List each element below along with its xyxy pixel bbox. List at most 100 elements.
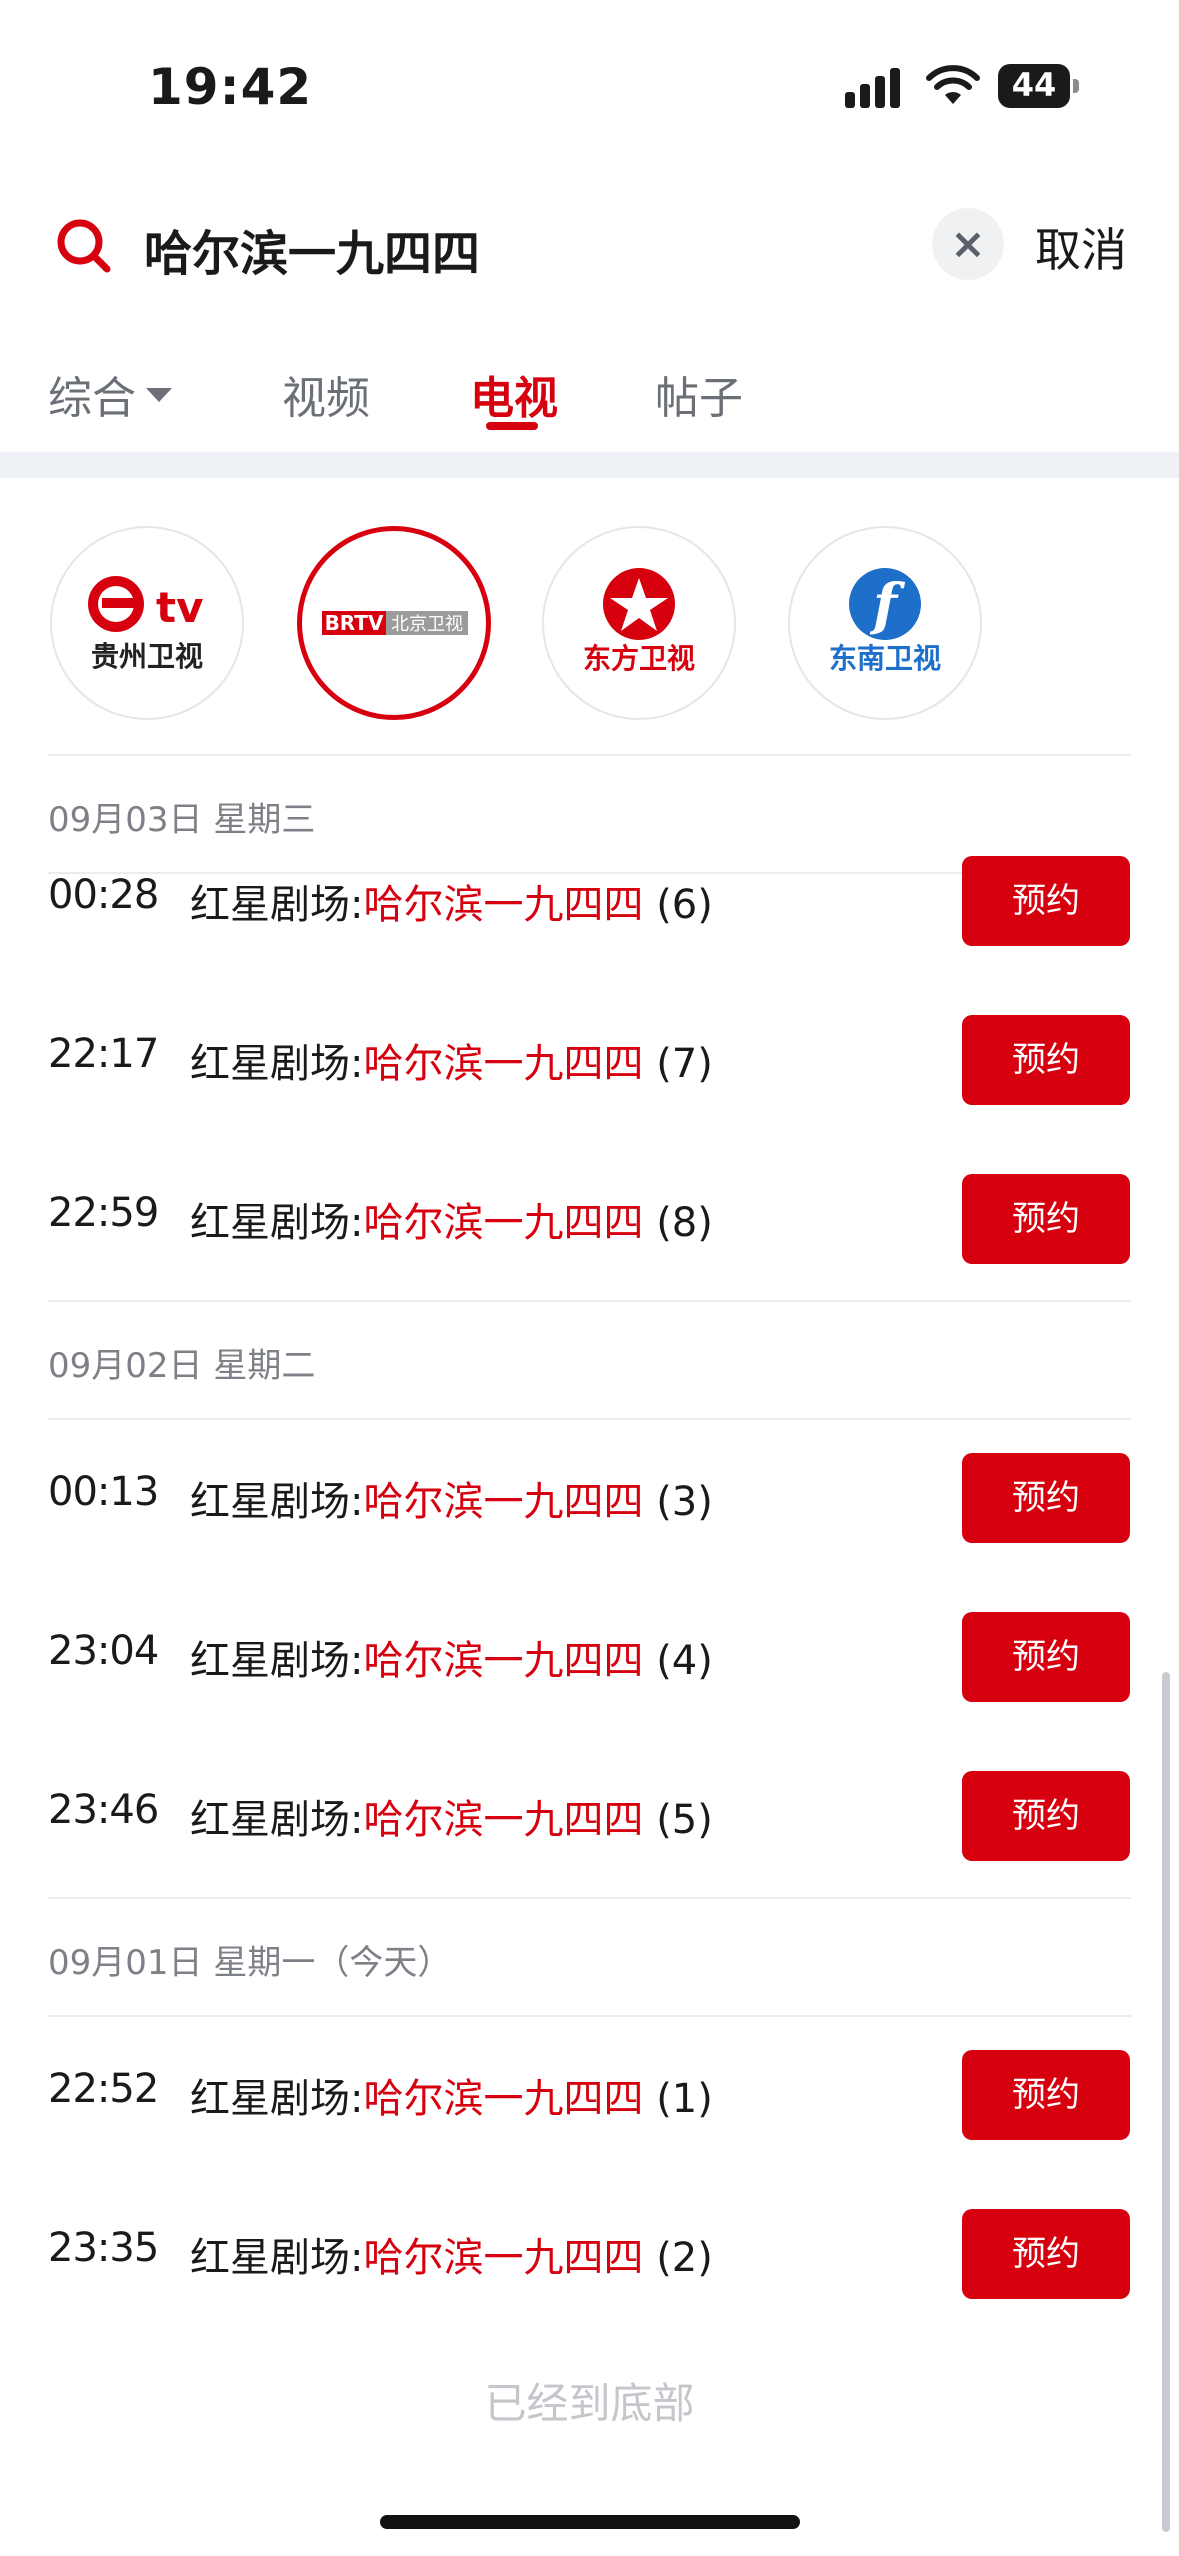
reserve-button[interactable]: 预约 xyxy=(962,1015,1130,1105)
end-of-list-text: 已经到底部 xyxy=(484,2379,695,2428)
beijing-logo-text-2: 北京卫视 xyxy=(391,614,463,635)
program-title[interactable]: 红星剧场:哈尔滨一九四四 (2) xyxy=(190,2225,713,2283)
program-title[interactable]: 红星剧场:哈尔滨一九四四 (6) xyxy=(190,872,713,930)
southeast-channel-name: 东南卫视 xyxy=(829,642,941,675)
channel-beijing-tv[interactable]: BRTV 北京卫视 xyxy=(297,526,491,720)
program-episode: (8) xyxy=(656,1200,713,1246)
program-name: 哈尔滨一九四四 xyxy=(363,1479,644,1525)
program-episode: (7) xyxy=(656,1041,713,1087)
program-row: 00:28 红星剧场:哈尔滨一九四四 (6) 预约 xyxy=(0,852,1179,948)
program-episode: (5) xyxy=(656,1797,713,1843)
program-time: 23:35 xyxy=(48,2225,159,2271)
guizhou-tv-logo-icon: tv 贵州卫视 xyxy=(88,576,203,673)
reserve-button[interactable]: 预约 xyxy=(962,1453,1130,1543)
search-input[interactable]: 哈尔滨一九四四 xyxy=(144,214,480,284)
divider xyxy=(48,754,1131,756)
program-name: 哈尔滨一九四四 xyxy=(363,1638,644,1684)
program-row: 23:35 红星剧场:哈尔滨一九四四 (2) 预约 xyxy=(0,2205,1179,2301)
program-prefix: 红星剧场: xyxy=(190,2235,364,2281)
divider xyxy=(48,1897,1131,1899)
program-row: 22:52 红星剧场:哈尔滨一九四四 (1) 预约 xyxy=(0,2046,1179,2142)
filter-tabs: 综合 视频 电视 帖子 xyxy=(0,352,1179,448)
scrollbar[interactable] xyxy=(1162,1672,1170,2532)
program-title[interactable]: 红星剧场:哈尔滨一九四四 (7) xyxy=(190,1031,713,1089)
program-time: 23:04 xyxy=(48,1628,159,1674)
battery-level: 44 xyxy=(1011,66,1057,104)
beijing-tv-logo-icon: BRTV 北京卫视 xyxy=(322,611,468,635)
cancel-button[interactable]: 取消 xyxy=(1035,214,1127,280)
program-prefix: 红星剧场: xyxy=(190,1200,364,1246)
status-bar: 19:42 44 xyxy=(0,0,1179,170)
program-name: 哈尔滨一九四四 xyxy=(363,2235,644,2281)
reserve-button[interactable]: 预约 xyxy=(962,856,1130,946)
program-name: 哈尔滨一九四四 xyxy=(363,882,644,928)
program-title[interactable]: 红星剧场:哈尔滨一九四四 (3) xyxy=(190,1469,713,1527)
program-row: 23:04 红星剧场:哈尔滨一九四四 (4) 预约 xyxy=(0,1608,1179,1704)
program-time: 22:59 xyxy=(48,1190,159,1236)
program-name: 哈尔滨一九四四 xyxy=(363,2076,644,2122)
status-time: 19:42 xyxy=(148,58,313,116)
program-name: 哈尔滨一九四四 xyxy=(363,1200,644,1246)
divider xyxy=(48,2015,1131,2017)
program-prefix: 红星剧场: xyxy=(190,2076,364,2122)
dragon-channel-name: 东方卫视 xyxy=(583,642,695,675)
program-prefix: 红星剧场: xyxy=(190,1638,364,1684)
reserve-button[interactable]: 预约 xyxy=(962,1174,1130,1264)
program-time: 22:52 xyxy=(48,2066,159,2112)
program-name: 哈尔滨一九四四 xyxy=(363,1041,644,1087)
program-prefix: 红星剧场: xyxy=(190,882,364,928)
reserve-button[interactable]: 预约 xyxy=(962,1771,1130,1861)
program-row: 22:59 红星剧场:哈尔滨一九四四 (8) 预约 xyxy=(0,1170,1179,1266)
program-time: 00:13 xyxy=(48,1469,159,1515)
program-prefix: 红星剧场: xyxy=(190,1479,364,1525)
guizhou-channel-name: 贵州卫视 xyxy=(91,640,203,673)
program-prefix: 红星剧场: xyxy=(190,1797,364,1843)
program-time: 00:28 xyxy=(48,872,159,918)
program-title[interactable]: 红星剧场:哈尔滨一九四四 (5) xyxy=(190,1787,713,1845)
reserve-button[interactable]: 预约 xyxy=(962,2050,1130,2140)
program-time: 23:46 xyxy=(48,1787,159,1833)
divider xyxy=(48,1418,1131,1420)
reserve-button[interactable]: 预约 xyxy=(962,1612,1130,1702)
tab-general[interactable]: 综合 xyxy=(48,362,172,426)
program-title[interactable]: 红星剧场:哈尔滨一九四四 (4) xyxy=(190,1628,713,1686)
program-name: 哈尔滨一九四四 xyxy=(363,1797,644,1843)
program-row: 23:46 红星剧场:哈尔滨一九四四 (5) 预约 xyxy=(0,1767,1179,1863)
program-episode: (1) xyxy=(656,2076,713,2122)
tab-label: 综合 xyxy=(48,373,136,424)
home-indicator[interactable] xyxy=(380,2515,800,2529)
tab-posts[interactable]: 帖子 xyxy=(655,362,743,426)
program-prefix: 红星剧场: xyxy=(190,1041,364,1087)
program-row: 00:13 红星剧场:哈尔滨一九四四 (3) 预约 xyxy=(0,1449,1179,1545)
program-title[interactable]: 红星剧场:哈尔滨一九四四 (8) xyxy=(190,1190,713,1248)
channel-southeast-tv[interactable]: f 东南卫视 xyxy=(788,526,982,720)
date-header: 09月03日 星期三 xyxy=(48,800,316,840)
clear-search-button[interactable]: × xyxy=(932,208,1004,280)
channel-list: tv 贵州卫视 BRTV 北京卫视 东方卫视 f 东南卫视 xyxy=(0,478,1179,754)
tab-tv[interactable]: 电视 xyxy=(470,362,558,426)
program-episode: (3) xyxy=(656,1479,713,1525)
channel-guizhou-tv[interactable]: tv 贵州卫视 xyxy=(50,526,244,720)
divider xyxy=(48,1300,1131,1302)
wifi-icon xyxy=(926,65,980,104)
cellular-signal-icon xyxy=(845,68,900,108)
date-header: 09月01日 星期一（今天） xyxy=(48,1943,452,1983)
battery-icon: 44 xyxy=(998,64,1080,108)
program-row: 22:17 红星剧场:哈尔滨一九四四 (7) 预约 xyxy=(0,1011,1179,1107)
chevron-down-icon xyxy=(146,388,172,402)
tab-video[interactable]: 视频 xyxy=(282,362,370,426)
program-episode: (2) xyxy=(656,2235,713,2281)
beijing-logo-text: BRTV xyxy=(325,611,384,635)
active-tab-indicator xyxy=(486,422,538,430)
guizhou-logo-text: tv xyxy=(156,583,203,632)
southeast-tv-logo-icon: f 东南卫视 xyxy=(829,568,941,675)
reserve-button[interactable]: 预约 xyxy=(962,2209,1130,2299)
dragon-tv-logo-icon: 东方卫视 xyxy=(583,568,695,675)
program-episode: (6) xyxy=(656,882,713,928)
search-bar: 哈尔滨一九四四 × 取消 xyxy=(0,190,1179,300)
program-title[interactable]: 红星剧场:哈尔滨一九四四 (1) xyxy=(190,2066,713,2124)
section-separator xyxy=(0,452,1179,478)
program-time: 22:17 xyxy=(48,1031,159,1077)
program-episode: (4) xyxy=(656,1638,713,1684)
channel-dragon-tv[interactable]: 东方卫视 xyxy=(542,526,736,720)
